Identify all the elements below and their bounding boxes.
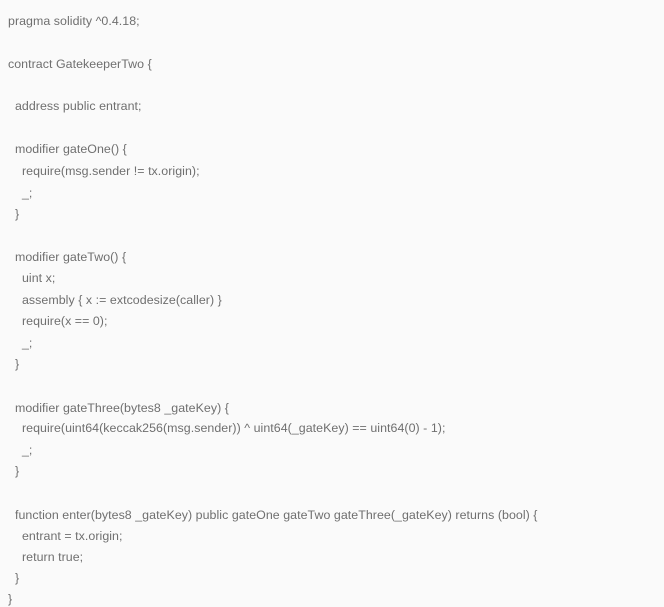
code-line: return true; bbox=[8, 550, 84, 564]
code-line: } bbox=[8, 357, 20, 371]
code-line: entrant = tx.origin; bbox=[8, 529, 123, 543]
code-line: } bbox=[8, 464, 20, 478]
code-line: modifier gateThree(bytes8 _gateKey) { bbox=[8, 401, 229, 415]
code-line: _; bbox=[8, 336, 33, 350]
code-line: require(x == 0); bbox=[8, 314, 108, 328]
code-line: assembly { x := extcodesize(caller) } bbox=[8, 293, 222, 307]
code-line: address public entrant; bbox=[8, 99, 142, 113]
code-line: function enter(bytes8 _gateKey) public g… bbox=[8, 508, 538, 522]
code-line: contract GatekeeperTwo { bbox=[8, 57, 152, 71]
code-line: } bbox=[8, 592, 13, 606]
code-line: pragma solidity ^0.4.18; bbox=[8, 14, 140, 28]
code-line: _; bbox=[8, 186, 33, 200]
code-line: _; bbox=[8, 443, 33, 457]
code-line: modifier gateOne() { bbox=[8, 142, 127, 156]
code-line: } bbox=[8, 207, 20, 221]
code-line: require(uint64(keccak256(msg.sender)) ^ … bbox=[8, 421, 446, 435]
code-block: pragma solidity ^0.4.18; contract Gateke… bbox=[0, 0, 664, 607]
code-line: } bbox=[8, 571, 20, 585]
code-line: uint x; bbox=[8, 271, 56, 285]
code-line: modifier gateTwo() { bbox=[8, 250, 127, 264]
code-line: require(msg.sender != tx.origin); bbox=[8, 164, 200, 178]
